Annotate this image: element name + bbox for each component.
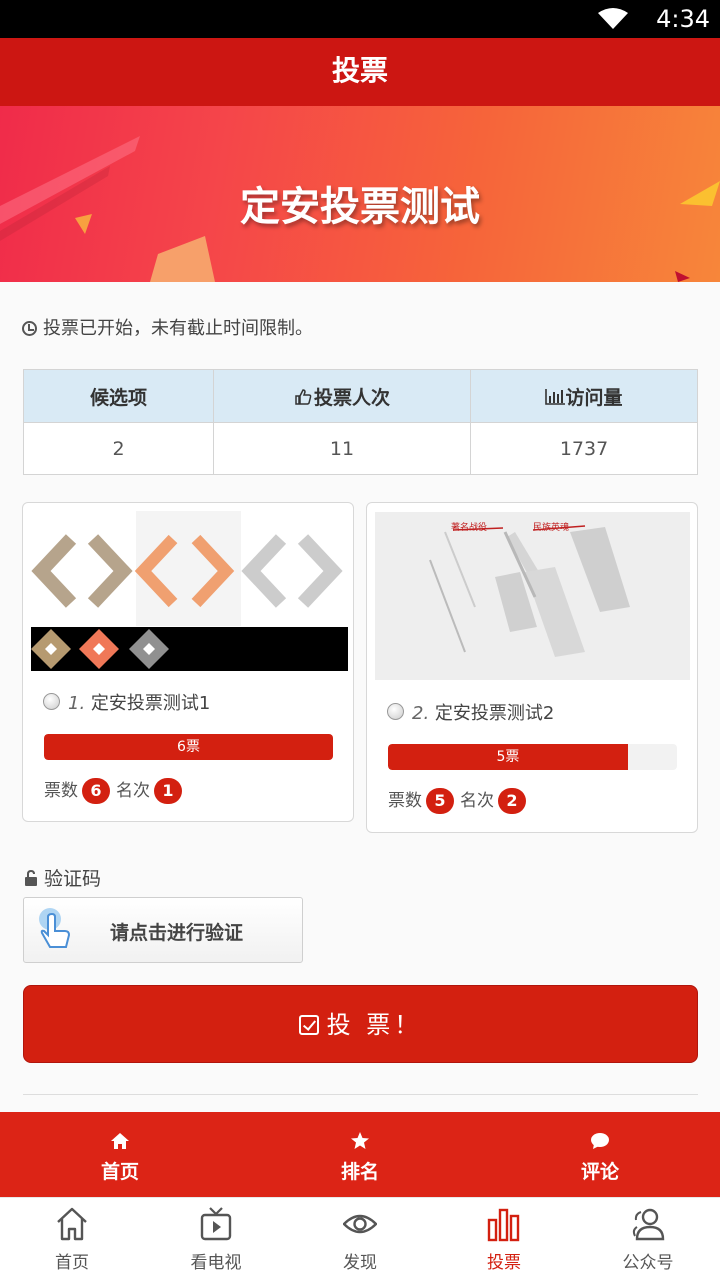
status-bar: 4:34	[0, 0, 720, 38]
eye-icon	[343, 1214, 377, 1234]
users-icon	[632, 1208, 665, 1241]
subnav-comments[interactable]: 评论	[480, 1112, 720, 1197]
star-icon	[351, 1132, 369, 1149]
tv-icon	[200, 1207, 232, 1241]
vote-status-notice: 投票已开始，未有截止时间限制。	[22, 314, 313, 340]
candidate-name: 定安投票测试2	[434, 703, 555, 724]
bar-chart-icon	[487, 1208, 520, 1242]
candidate-image-2: 著名战役 民族英魂	[375, 512, 690, 680]
home-icon	[111, 1133, 129, 1149]
votes-badge: 5	[426, 788, 454, 814]
vote-progress-bar: 6票	[44, 734, 333, 760]
tab-discover[interactable]: 发现	[288, 1198, 432, 1280]
header-views: 访问量	[470, 369, 698, 423]
captcha-label: 验证码	[24, 864, 101, 891]
radio-button[interactable]	[387, 703, 404, 720]
sub-nav: 首页 排名 评论	[0, 1112, 720, 1197]
banner: 定安投票测试	[0, 106, 720, 282]
home-outline-icon	[57, 1207, 87, 1241]
image-caption-2: 民族英魂	[533, 523, 570, 533]
stats-value-row: 2 11 1737	[23, 422, 698, 475]
vote-progress-fill: 6票	[44, 734, 333, 760]
candidate-card-1[interactable]: 1. 定安投票测试1 6票 票数 6 名次 1	[22, 502, 354, 822]
divider	[23, 1094, 698, 1095]
vote-submit-button[interactable]: 投 票！	[23, 985, 698, 1063]
image-caption-1: 著名战役	[451, 523, 488, 533]
wifi-icon	[598, 8, 628, 29]
votes-count: 11	[213, 422, 471, 475]
bottom-tab-bar: 首页 看电视 发现 投票 公众号	[0, 1197, 720, 1280]
candidate-meta: 票数 6 名次 1	[44, 776, 188, 804]
candidate-option-1[interactable]: 1. 定安投票测试1	[43, 689, 210, 715]
rank-badge: 1	[154, 778, 182, 804]
header-candidates: 候选项	[23, 369, 214, 423]
tab-home[interactable]: 首页	[0, 1198, 144, 1280]
candidate-name: 定安投票测试1	[90, 693, 211, 714]
notice-text: 投票已开始，未有截止时间限制。	[43, 318, 313, 339]
candidate-option-2[interactable]: 2. 定安投票测试2	[387, 699, 554, 725]
clock-icon	[22, 321, 37, 336]
candidate-image-1	[31, 511, 348, 671]
comment-icon	[591, 1133, 609, 1149]
tab-vote[interactable]: 投票	[432, 1198, 576, 1280]
vote-progress-bar: 5票	[388, 744, 677, 770]
candidates-count: 2	[23, 422, 214, 475]
subnav-home[interactable]: 首页	[0, 1112, 240, 1197]
status-time: 4:34	[656, 5, 710, 33]
radio-button[interactable]	[43, 693, 60, 710]
vote-progress-fill: 5票	[388, 744, 628, 770]
captcha-verify-button[interactable]: 请点击进行验证	[23, 897, 303, 963]
unlock-icon	[25, 869, 37, 886]
tap-hand-icon	[39, 908, 71, 948]
banner-title: 定安投票测试	[240, 184, 480, 230]
votes-badge: 6	[82, 778, 110, 804]
candidate-meta: 票数 5 名次 2	[388, 786, 532, 814]
tab-official-account[interactable]: 公众号	[576, 1198, 720, 1280]
thumbs-up-icon	[295, 388, 312, 405]
candidate-card-2[interactable]: 著名战役 民族英魂 2. 定安投票测试2 5票 票数 5 名次 2	[366, 502, 698, 833]
check-square-icon	[298, 1015, 319, 1035]
stats-table: 候选项 投票人次 访问量 2 11 1737	[23, 369, 698, 475]
header-votes: 投票人次	[213, 369, 471, 423]
rank-badge: 2	[498, 788, 526, 814]
tab-tv[interactable]: 看电视	[144, 1198, 288, 1280]
stats-header-row: 候选项 投票人次 访问量	[23, 369, 698, 423]
subnav-ranking[interactable]: 排名	[240, 1112, 480, 1197]
app-bar-title: 投票	[0, 38, 720, 106]
bar-chart-icon	[545, 388, 566, 405]
views-count: 1737	[470, 422, 698, 475]
